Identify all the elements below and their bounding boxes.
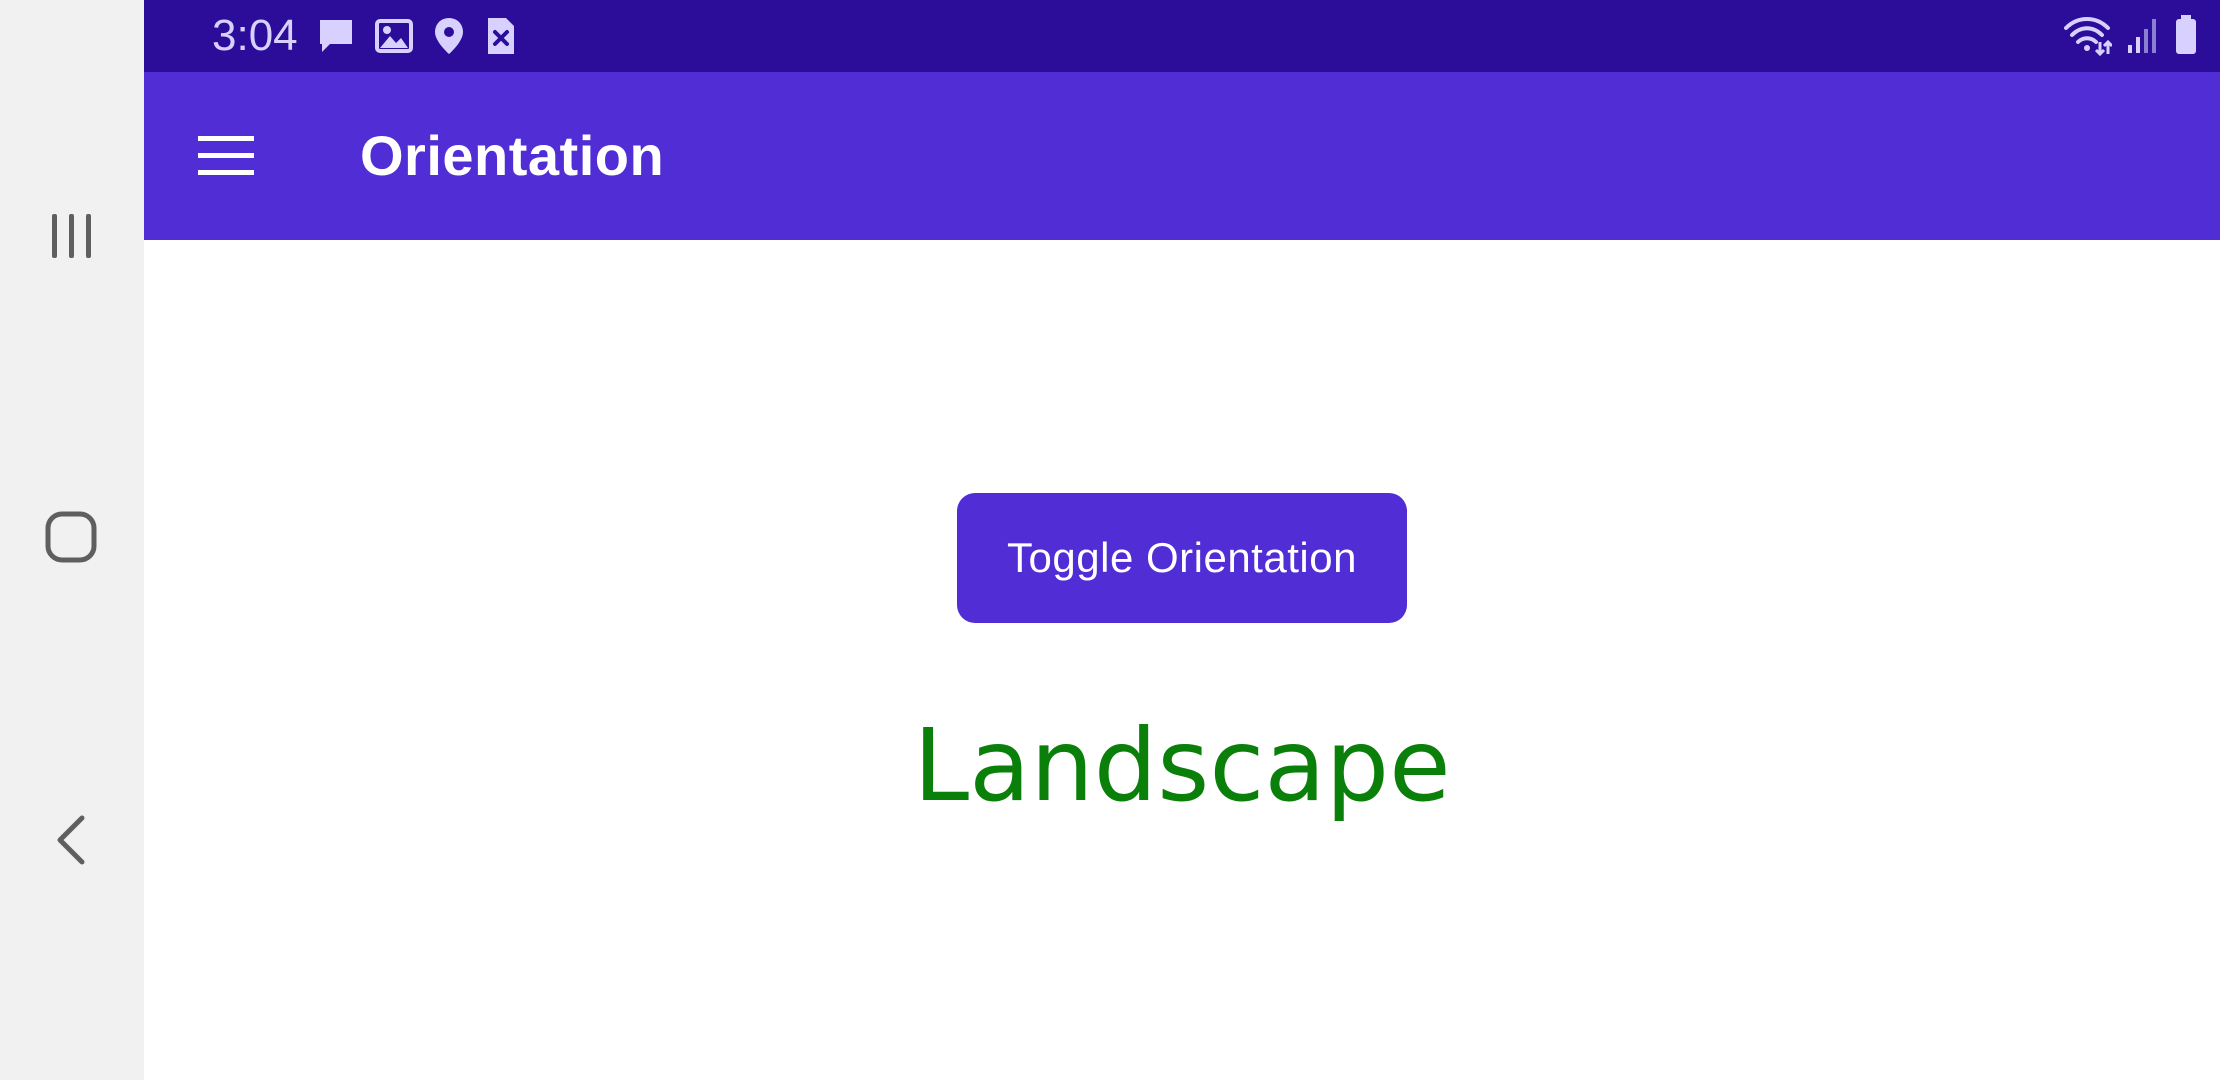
signal-icon xyxy=(2128,19,2156,53)
image-icon xyxy=(375,19,413,53)
hamburger-menu-icon xyxy=(198,136,254,175)
back-button[interactable] xyxy=(22,792,122,892)
menu-button[interactable] xyxy=(184,114,268,198)
wifi-icon xyxy=(2064,17,2112,56)
sim-card-icon xyxy=(488,18,514,54)
orientation-text: Landscape xyxy=(913,707,1451,824)
battery-icon xyxy=(2176,15,2196,54)
back-icon xyxy=(57,815,85,865)
system-navigation-bar xyxy=(0,0,144,1080)
toggle-orientation-button[interactable]: Toggle Orientation xyxy=(957,493,1407,623)
home-icon xyxy=(45,511,97,563)
home-button[interactable] xyxy=(22,488,122,588)
location-icon xyxy=(435,18,463,54)
recent-apps-button[interactable] xyxy=(22,186,122,286)
app-bar: Orientation xyxy=(144,72,2220,240)
app-title: Orientation xyxy=(360,124,665,187)
notification-icons xyxy=(316,16,518,56)
message-icon xyxy=(320,20,352,52)
main-content: Toggle Orientation Landscape xyxy=(144,240,2220,1080)
status-time: 3:04 xyxy=(212,11,298,60)
status-bar: 3:04 xyxy=(144,0,2220,72)
system-status-icons xyxy=(2062,14,2198,56)
recent-apps-icon xyxy=(52,214,91,258)
